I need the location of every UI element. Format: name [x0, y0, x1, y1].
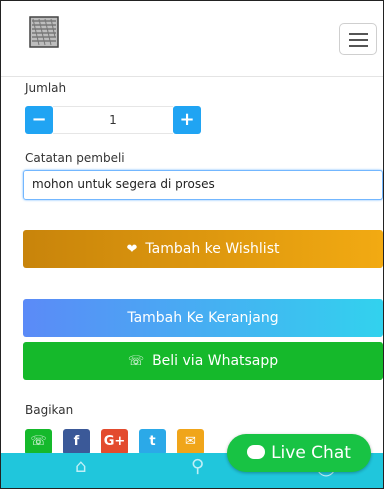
qty-plus-button[interactable]: + — [173, 106, 201, 134]
heart-icon: ❤ — [126, 242, 138, 257]
qty-minus-button[interactable]: − — [25, 106, 53, 134]
note-label: Catatan pembeli — [25, 151, 125, 165]
hamburger-icon — [349, 33, 368, 35]
live-chat-label: Live Chat — [271, 443, 351, 463]
quantity-stepper: − 1 + — [25, 106, 201, 134]
search-icon[interactable]: ⚲ — [191, 456, 204, 477]
qty-input[interactable]: 1 — [53, 106, 173, 134]
qty-label: Jumlah — [25, 81, 67, 95]
header — [1, 1, 383, 77]
add-to-cart-button[interactable]: Tambah Ke Keranjang — [23, 299, 383, 337]
home-icon[interactable]: ⌂ — [75, 456, 86, 477]
whatsapp-icon: ☏ — [30, 434, 47, 449]
buyer-note-input[interactable]: mohon untuk segera di proses — [23, 170, 383, 200]
share-facebook-button[interactable]: f — [63, 429, 90, 455]
live-chat-button[interactable]: Live Chat — [227, 434, 371, 472]
share-twitter-button[interactable]: t — [139, 429, 166, 455]
whatsapp-label: Beli via Whatsapp — [152, 353, 279, 369]
page: Jumlah − 1 + Catatan pembeli mohon untuk… — [0, 0, 384, 489]
add-to-wishlist-button[interactable]: ❤ Tambah ke Wishlist — [23, 230, 383, 268]
whatsapp-icon: ☏ — [127, 354, 145, 369]
share-label: Bagikan — [25, 403, 74, 417]
buy-via-whatsapp-button[interactable]: ☏ Beli via Whatsapp — [23, 342, 383, 380]
share-whatsapp-button[interactable]: ☏ — [25, 429, 52, 455]
envelope-icon: ✉ — [185, 434, 196, 449]
wishlist-label: Tambah ke Wishlist — [145, 241, 280, 257]
share-email-button[interactable]: ✉ — [177, 429, 204, 455]
store-logo[interactable] — [27, 15, 61, 49]
share-google-button[interactable]: G+ — [101, 429, 128, 455]
chat-bubble-icon — [247, 445, 266, 459]
menu-button[interactable] — [339, 23, 377, 55]
